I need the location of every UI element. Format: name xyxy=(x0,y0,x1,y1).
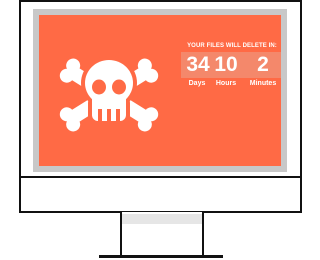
minutes-label: Minutes xyxy=(249,80,277,87)
hours-label: Hours xyxy=(215,80,237,87)
countdown-values: 34 10 2 xyxy=(181,52,281,78)
countdown: YOUR FILES WILL DELETE IN: 34 10 2 Days … xyxy=(181,42,281,90)
illustration: YOUR FILES WILL DELETE IN: 34 10 2 Days … xyxy=(0,0,307,260)
stand-shadow xyxy=(122,214,202,224)
minutes-value: 2 xyxy=(257,53,269,76)
monitor-chin-divider xyxy=(21,176,300,178)
monitor: YOUR FILES WILL DELETE IN: 34 10 2 Days … xyxy=(19,0,302,213)
monitor-stand-base xyxy=(99,255,223,258)
monitor-stand-neck xyxy=(120,212,204,256)
countdown-headline: YOUR FILES WILL DELETE IN: xyxy=(187,43,277,49)
countdown-units: Days Hours Minutes xyxy=(181,80,281,90)
monitor-screen: YOUR FILES WILL DELETE IN: 34 10 2 Days … xyxy=(39,15,281,166)
days-label: Days xyxy=(188,80,206,87)
hours-value: 10 xyxy=(214,53,238,76)
skull-crossbones-icon xyxy=(59,56,159,132)
monitor-bezel: YOUR FILES WILL DELETE IN: 34 10 2 Days … xyxy=(33,9,287,172)
days-value: 34 xyxy=(186,53,210,76)
